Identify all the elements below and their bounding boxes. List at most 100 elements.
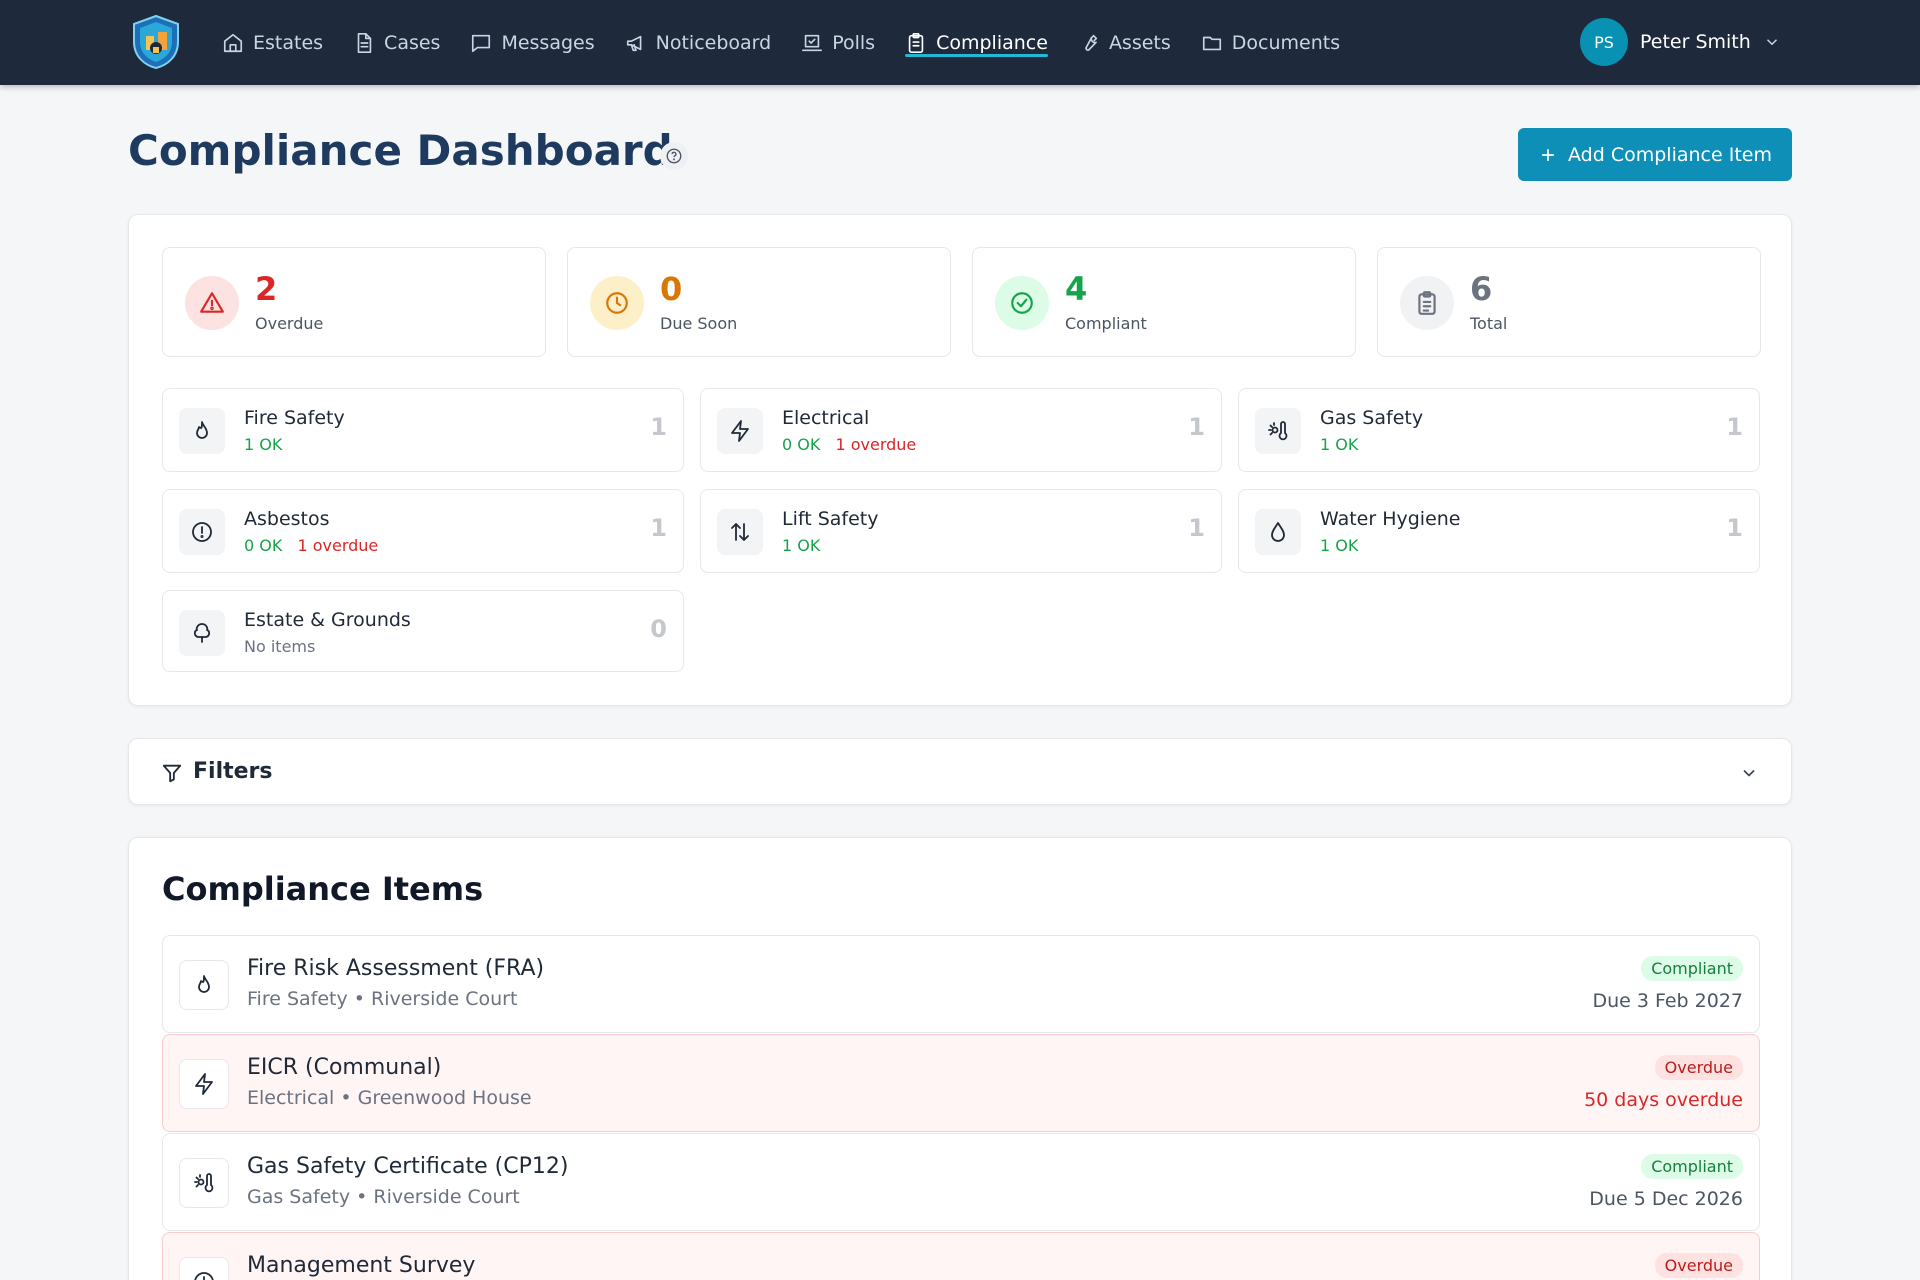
- stat-total[interactable]: 6 Total: [1377, 247, 1761, 357]
- stat-icon-bg: [995, 276, 1049, 330]
- nav-compliance[interactable]: Compliance: [905, 0, 1048, 85]
- category-estate-grounds[interactable]: Estate & Grounds No items 0: [162, 590, 684, 672]
- stat-icon-bg: [185, 276, 239, 330]
- category-water-hygiene[interactable]: Water Hygiene 1 OK 1: [1238, 489, 1760, 573]
- category-icon-box: [717, 408, 763, 454]
- add-button-label: Add Compliance Item: [1568, 143, 1772, 166]
- folder-icon: [1202, 36, 1221, 50]
- category-status: 1 OK: [244, 435, 292, 454]
- wrench-icon: [1085, 34, 1098, 51]
- category-name: Gas Safety: [1320, 407, 1424, 429]
- stat-label: Overdue: [255, 314, 324, 333]
- stat-due-soon[interactable]: 0 Due Soon: [567, 247, 951, 357]
- page-title: Compliance Dashboard: [128, 126, 673, 175]
- droplet-icon: [1271, 522, 1285, 542]
- nav-noticeboard[interactable]: Noticeboard: [625, 0, 772, 85]
- category-icon-box: [1255, 509, 1301, 555]
- category-fire-safety[interactable]: Fire Safety 1 OK 1: [162, 388, 684, 472]
- stat-label: Compliant: [1065, 314, 1147, 333]
- category-status: No items: [244, 637, 315, 656]
- nav-polls[interactable]: Polls: [801, 0, 875, 85]
- clock-icon: [606, 292, 628, 314]
- category-count: 1: [1726, 413, 1743, 441]
- nav-cases[interactable]: Cases: [353, 0, 440, 85]
- file-text-icon: [357, 32, 372, 53]
- home-icon: [223, 33, 243, 52]
- stat-value: 0: [660, 270, 683, 308]
- category-status: 0 OK 1 overdue: [244, 536, 378, 555]
- vote-icon: [802, 34, 823, 51]
- filters-title: Filters: [193, 759, 273, 784]
- alert-circle-icon: [194, 1272, 214, 1280]
- item-title: Fire Risk Assessment (FRA): [247, 956, 545, 981]
- category-ok-count: 1 OK: [1320, 536, 1359, 555]
- status-badge: Compliant: [1641, 1154, 1743, 1179]
- category-count: 0: [650, 615, 667, 643]
- clipboard-icon: [908, 32, 924, 53]
- compliance-item-row[interactable]: EICR (Communal) Electrical • Greenwood H…: [162, 1034, 1760, 1132]
- category-gas-safety[interactable]: Gas Safety 1 OK 1: [1238, 388, 1760, 472]
- category-icon-box: [179, 509, 225, 555]
- zap-icon: [195, 1073, 213, 1095]
- category-icon-box: [179, 610, 225, 656]
- filters-panel[interactable]: Filters: [128, 738, 1792, 805]
- thermometer-sun-icon: [1268, 421, 1288, 441]
- item-meta: Fire Safety • Riverside Court: [247, 988, 518, 1010]
- avatar: PS: [1580, 18, 1628, 66]
- chevron-down-icon: [1766, 39, 1777, 46]
- stat-label: Due Soon: [660, 314, 738, 333]
- category-count: 1: [1188, 514, 1205, 542]
- nav-label: Messages: [501, 31, 595, 54]
- category-name: Estate & Grounds: [244, 609, 411, 631]
- plus-icon: [1542, 148, 1554, 161]
- shield-logo-icon[interactable]: [130, 14, 182, 70]
- alert-circle-icon: [192, 522, 212, 542]
- category-name: Fire Safety: [244, 407, 345, 429]
- top-navbar: Estates Cases Messages Noticeboard Polls…: [0, 0, 1920, 85]
- compliance-item-row[interactable]: Management Survey Overdue: [162, 1232, 1760, 1280]
- user-menu[interactable]: PS Peter Smith: [1580, 18, 1781, 66]
- item-icon-box: [179, 960, 229, 1010]
- category-name: Asbestos: [244, 508, 330, 530]
- filter-icon: [162, 764, 182, 783]
- compliance-item-row[interactable]: Fire Risk Assessment (FRA) Fire Safety •…: [162, 935, 1760, 1033]
- status-badge: Compliant: [1641, 956, 1743, 981]
- category-asbestos[interactable]: Asbestos 0 OK 1 overdue 1: [162, 489, 684, 573]
- section-title: Compliance Items: [162, 870, 484, 908]
- category-status: 1 OK: [1320, 435, 1368, 454]
- category-ok-count: 0 OK: [244, 536, 283, 555]
- user-name: Peter Smith: [1640, 31, 1751, 53]
- stat-compliant[interactable]: 4 Compliant: [972, 247, 1356, 357]
- flame-icon: [198, 975, 210, 993]
- stat-overdue[interactable]: 2 Overdue: [162, 247, 546, 357]
- nav-documents[interactable]: Documents: [1201, 0, 1340, 85]
- category-name: Lift Safety: [782, 508, 879, 530]
- stat-value: 6: [1470, 270, 1493, 308]
- category-lift-safety[interactable]: Lift Safety 1 OK 1: [700, 489, 1222, 573]
- nav-label: Cases: [384, 31, 441, 54]
- stat-value: 2: [255, 270, 278, 308]
- compliance-item-row[interactable]: Gas Safety Certificate (CP12) Gas Safety…: [162, 1133, 1760, 1231]
- stat-label: Total: [1470, 314, 1508, 333]
- chevron-down-icon[interactable]: [1739, 763, 1759, 783]
- add-compliance-item-button[interactable]: Add Compliance Item: [1518, 128, 1792, 181]
- item-title: Management Survey: [247, 1253, 476, 1278]
- help-button[interactable]: [660, 142, 688, 170]
- summary-panel: 2 Overdue 0 Due Soon 4 Compliant 6 Total…: [128, 214, 1792, 706]
- category-count: 1: [650, 514, 667, 542]
- nav-label: Noticeboard: [655, 31, 772, 54]
- item-icon-box: [179, 1257, 229, 1280]
- item-due: Due 5 Dec 2026: [1589, 1188, 1743, 1210]
- tree-icon: [193, 623, 211, 643]
- category-icon-box: [179, 408, 225, 454]
- item-title: EICR (Communal): [247, 1055, 442, 1080]
- category-name: Water Hygiene: [1320, 508, 1461, 530]
- message-icon: [472, 34, 491, 52]
- category-icon-box: [1255, 408, 1301, 454]
- stat-icon-bg: [590, 276, 644, 330]
- item-icon-box: [179, 1059, 229, 1109]
- nav-messages[interactable]: Messages: [470, 0, 595, 85]
- nav-assets[interactable]: Assets: [1078, 0, 1171, 85]
- category-electrical[interactable]: Electrical 0 OK 1 overdue 1: [700, 388, 1222, 472]
- nav-estates[interactable]: Estates: [222, 0, 323, 85]
